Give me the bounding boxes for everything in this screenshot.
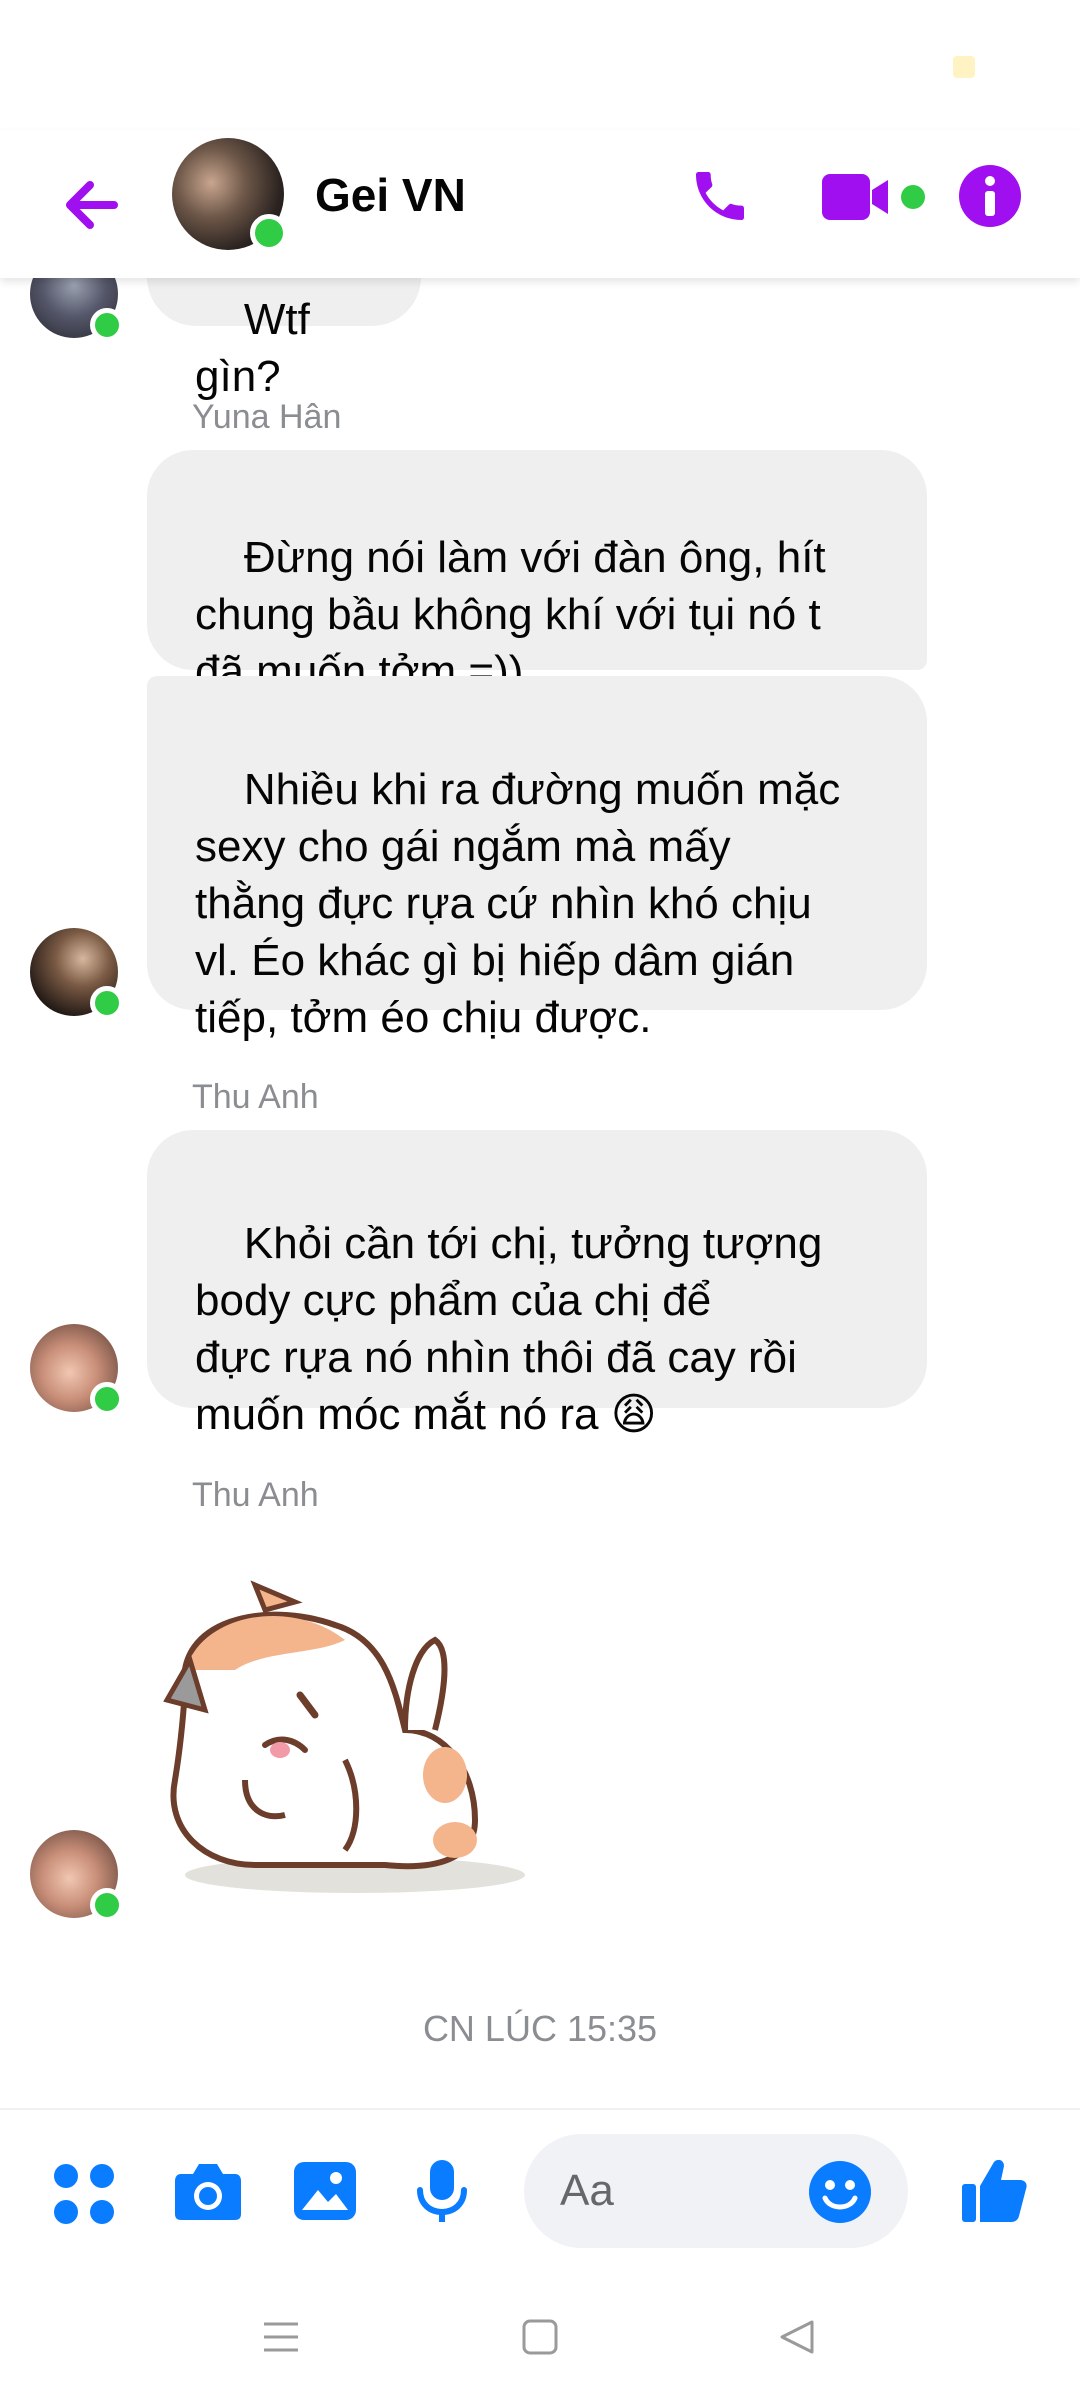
timestamp: CN LÚC 15:35 (422, 2008, 658, 2049)
message-bubble[interactable]: Wtf gìn? (147, 278, 421, 401)
voice-button[interactable] (416, 2158, 468, 2229)
chat-title[interactable]: Gei VN (315, 168, 466, 222)
camera-icon (175, 2164, 241, 2220)
message-text: Khỏi cần tới chị, tưởng tượng body cực p… (195, 1219, 823, 1439)
info-button[interactable] (958, 164, 1022, 233)
smiley-icon (809, 2161, 871, 2223)
sender-name: Yuna Hân (192, 398, 342, 436)
like-button[interactable] (960, 2156, 1028, 2229)
online-indicator (90, 1888, 124, 1922)
sender-avatar[interactable] (30, 928, 124, 1020)
four-dots-grid-icon (54, 2164, 114, 2224)
back-nav-button[interactable] (778, 2318, 816, 2361)
video-call-button[interactable] (822, 172, 934, 227)
menu-nav-button[interactable] (262, 2318, 300, 2361)
sender-name: Thu Anh (192, 1476, 319, 1514)
camera-button[interactable] (173, 2160, 243, 2227)
chat-avatar[interactable] (172, 138, 288, 252)
battery-icon (953, 56, 975, 78)
sender-avatar[interactable] (30, 1324, 124, 1416)
call-button[interactable] (688, 164, 752, 233)
message-list[interactable]: Wtf gìn? Yuna Hân Đừng nói làm với đàn ô… (0, 278, 1080, 2108)
cat-sticker-icon (163, 1580, 525, 1893)
triangle-back-icon (780, 2320, 814, 2354)
message-text: Nhiều khi ra đường muốn mặc sexy cho gái… (195, 765, 841, 1042)
status-bar (0, 0, 1080, 130)
emoji-button[interactable] (808, 2160, 872, 2229)
message-bubble[interactable]: Nhiều khi ra đường muốn mặc sexy cho gái… (147, 676, 927, 1042)
phone-icon (696, 172, 744, 220)
message-composer (0, 2108, 1080, 2280)
online-indicator (90, 1382, 124, 1416)
message-bubble[interactable]: Đừng nói làm với đàn ông, hít chung bầu … (147, 450, 927, 696)
microphone-icon (417, 2160, 467, 2222)
message-bubble[interactable]: Khỏi cần tới chị, tưởng tượng body cực p… (147, 1130, 927, 1439)
info-circle-icon (959, 165, 1021, 227)
sender-name: Thu Anh (192, 1078, 319, 1116)
video-camera-icon (822, 174, 925, 220)
online-indicator (90, 986, 124, 1020)
more-actions-button[interactable] (52, 2162, 116, 2231)
message-text: Đừng nói làm với đàn ông, hít chung bầu … (195, 533, 826, 696)
home-nav-button[interactable] (521, 2318, 559, 2361)
thumbs-up-icon (962, 2159, 1027, 2222)
message-text: Wtf gìn? (195, 295, 323, 401)
square-icon (522, 2319, 558, 2355)
gallery-button[interactable] (292, 2160, 358, 2227)
sender-avatar[interactable] (30, 1830, 124, 1922)
sender-avatar[interactable] (30, 278, 124, 342)
image-icon (294, 2162, 356, 2220)
online-indicator (90, 308, 124, 342)
online-indicator (250, 214, 288, 252)
chat-header: Gei VN (0, 130, 1080, 278)
system-navigation-bar (0, 2278, 1080, 2400)
back-button[interactable] (52, 165, 132, 245)
sticker[interactable] (145, 1580, 545, 1905)
menu-lines-icon (264, 2322, 298, 2352)
arrow-left-icon (66, 181, 118, 229)
